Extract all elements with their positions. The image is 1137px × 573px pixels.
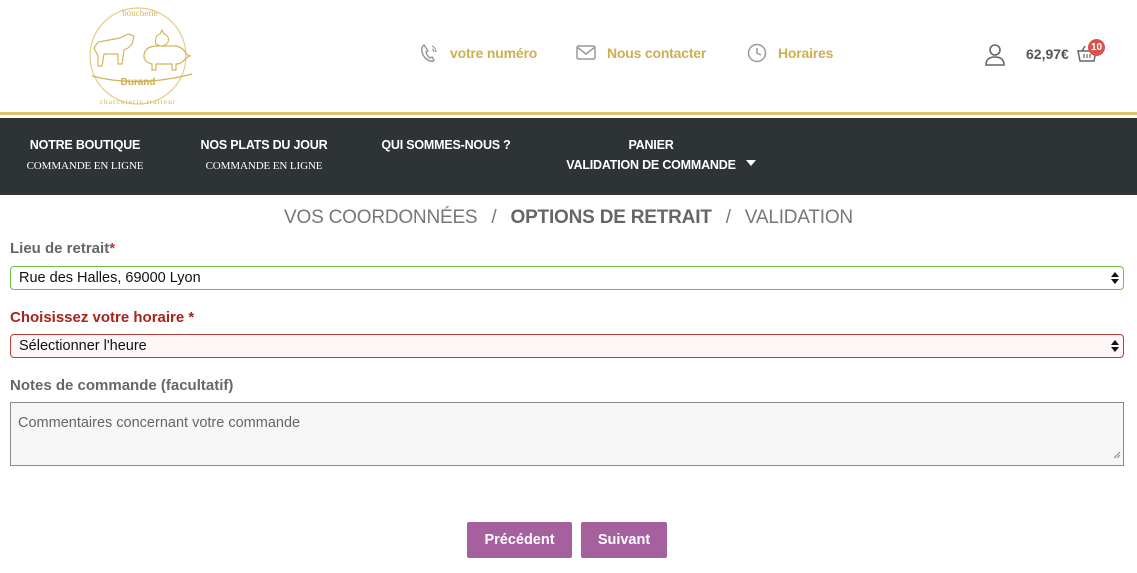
select-arrows-icon [1111,271,1119,289]
next-button[interactable]: Suivant [581,522,667,558]
previous-button[interactable]: Précédent [467,522,572,558]
required-mark: * [188,309,195,326]
nav-item-label: NOTRE BOUTIQUE [29,138,141,152]
logo-emblem: boucherie Durand charcuterie traiteur [89,7,193,106]
resize-grip-icon[interactable] [1113,447,1121,463]
main-nav: NOTRE BOUTIQUE COMMANDE EN LIGNE NOS PLA… [0,118,1137,195]
clock-icon [746,42,768,64]
contact-label: Nous contacter [607,45,707,61]
nav-item-qui-sommes-nous[interactable]: QUI SOMMES-NOUS ? [380,138,512,152]
checkout-steps: VOS COORDONNÉES / OPTIONS DE RETRAIT / VALID… [0,207,1137,229]
nav-item-label: NOS PLATS DU JOUR [200,138,328,152]
step-coordonnees[interactable]: VOS COORDONNÉES [284,207,478,229]
hours-link[interactable]: Horaires [746,42,833,64]
step-validation: VALIDATION [744,207,853,228]
step-separator: / [725,207,731,228]
nav-item-sublabel: VALIDATION DE COMMANDE [566,158,736,172]
notes-textarea[interactable]: Commentaires concernant votre commande [10,402,1124,466]
horaire-label: Choisissez votre horaire * [10,309,194,326]
select-arrows-icon [1111,339,1119,357]
lieu-label-text: Lieu de retrait [10,240,110,257]
cart-total[interactable]: 62,97€ [1026,46,1069,62]
caret-down-icon[interactable] [745,154,757,172]
lieu-select-value: Rue des Halles, 69000 Lyon [19,270,201,286]
lieu-select[interactable]: Rue des Halles, 69000 Lyon [10,266,1124,290]
horaire-select-value: Sélectionner l'heure [19,338,147,354]
phone-icon [418,42,440,64]
nav-item-sublabel: COMMANDE EN LIGNE [205,160,323,172]
user-icon[interactable] [984,43,1006,72]
nav-item-sublabel: COMMANDE EN LIGNE [26,160,144,172]
step-options-retrait: OPTIONS DE RETRAIT [510,207,712,228]
notes-placeholder: Commentaires concernant votre commande [18,415,301,431]
logo-name: Durand [121,77,156,88]
cart-count-badge: 10 [1088,39,1105,56]
envelope-icon [575,44,597,62]
nav-item-label: PANIER [628,138,674,152]
phone-link[interactable]: votre numéro [418,42,537,64]
logo[interactable]: boucherie Durand charcuterie traiteur [80,4,200,112]
lieu-label: Lieu de retrait* [10,240,115,257]
logo-top-text: boucherie [122,8,157,18]
step-separator: / [491,207,497,228]
hours-label: Horaires [778,45,834,61]
site-header: boucherie Durand charcuterie traiteur vo… [0,0,1137,115]
horaire-label-text: Choisissez votre horaire [10,309,185,326]
nav-item-label: QUI SOMMES-NOUS ? [381,138,511,152]
horaire-select[interactable]: Sélectionner l'heure [10,334,1124,358]
nav-item-panier[interactable]: PANIER VALIDATION DE COMMANDE [560,138,742,172]
notes-label: Notes de commande (facultatif) [10,377,234,394]
logo-bottom-text: charcuterie traiteur [100,97,177,106]
nav-item-plats-du-jour[interactable]: NOS PLATS DU JOUR COMMANDE EN LIGNE [198,138,330,172]
required-mark: * [109,240,116,257]
phone-label: votre numéro [450,45,538,61]
nav-item-boutique[interactable]: NOTRE BOUTIQUE COMMANDE EN LIGNE [24,138,146,172]
contact-link[interactable]: Nous contacter [575,42,706,64]
